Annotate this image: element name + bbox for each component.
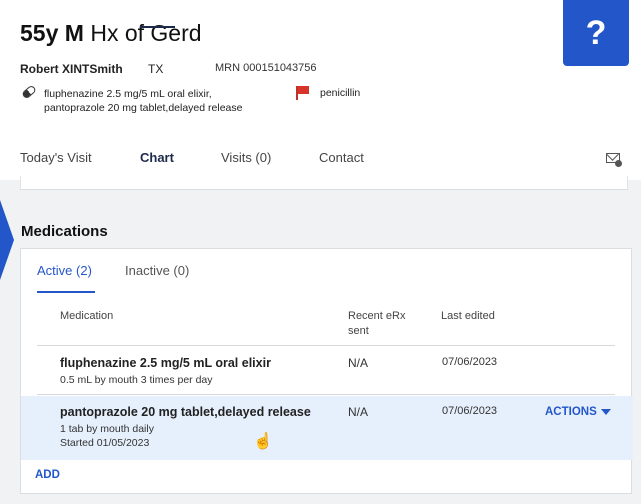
medication-started: Started 01/05/2023 xyxy=(60,437,150,449)
patient-state: TX xyxy=(148,62,164,76)
patient-mrn: MRN 000151043756 xyxy=(215,62,317,74)
medication-last-edited: 07/06/2023 xyxy=(442,405,498,417)
tab-visits[interactable]: Visits (0) xyxy=(221,150,271,165)
tab-active-medications[interactable]: Active (2) xyxy=(37,263,92,278)
medication-erx: N/A xyxy=(348,356,369,370)
medication-last-edited: 07/06/2023 xyxy=(442,356,498,368)
medication-sig: 0.5 mL by mouth 3 times per day xyxy=(60,374,213,386)
pill-icon xyxy=(21,84,37,100)
medication-sig: 1 tab by mouth daily xyxy=(60,423,154,435)
column-header-recent-erx: Recent eRx sent xyxy=(348,309,405,339)
add-medication-button[interactable]: ADD xyxy=(35,469,60,481)
patient-header: 55y M Hx of Gerd Robert XINTSmith TX MRN… xyxy=(0,0,641,180)
chevron-down-icon xyxy=(600,408,611,415)
medication-summary-line: fluphenazine 2.5 mg/5 mL oral elixir, xyxy=(44,88,212,100)
header-divider xyxy=(37,345,615,346)
hand-cursor-icon: ☝ xyxy=(253,433,273,450)
active-tab-indicator xyxy=(140,26,175,28)
medication-summary: fluphenazine 2.5 mg/5 mL oral elixir, pa… xyxy=(44,87,242,115)
medication-row-selected[interactable]: pantoprazole 20 mg tablet,delayed releas… xyxy=(21,396,633,460)
tab-inactive-medications[interactable]: Inactive (0) xyxy=(125,263,189,278)
column-header-recent-erx-line: Recent eRx xyxy=(348,310,406,322)
tab-contact[interactable]: Contact xyxy=(319,150,364,165)
previous-card xyxy=(20,176,628,190)
column-header-recent-erx-line: sent xyxy=(348,325,369,337)
medication-summary-line: pantoprazole 20 mg tablet,delayed releas… xyxy=(44,102,243,114)
side-arrow-icon xyxy=(0,200,14,280)
tab-chart[interactable]: Chart xyxy=(140,150,174,165)
medication-name: pantoprazole 20 mg tablet,delayed releas… xyxy=(60,405,311,419)
flag-icon xyxy=(296,86,310,100)
section-title-medications: Medications xyxy=(21,223,108,240)
active-med-tab-indicator xyxy=(37,291,95,293)
patient-age-sex: 55y M xyxy=(20,20,84,46)
actions-label: ACTIONS xyxy=(545,406,597,418)
column-header-medication: Medication xyxy=(60,310,114,322)
allergy-text: penicillin xyxy=(320,87,361,99)
column-header-last-edited: Last edited xyxy=(441,310,495,322)
medications-card: Active (2) Inactive (0) Medication Recen… xyxy=(20,248,633,494)
actions-dropdown[interactable]: ACTIONS xyxy=(545,406,611,418)
page-title: 55y M Hx of Gerd xyxy=(20,20,202,47)
mail-badge-icon xyxy=(615,160,622,167)
medication-name: fluphenazine 2.5 mg/5 mL oral elixir xyxy=(60,356,271,370)
medication-erx: N/A xyxy=(348,405,369,419)
help-button[interactable]: ? xyxy=(563,0,629,66)
tab-todays-visit[interactable]: Today's Visit xyxy=(20,150,92,165)
patient-history: Hx of Gerd xyxy=(90,20,202,46)
medication-row[interactable]: fluphenazine 2.5 mg/5 mL oral elixir 0.5… xyxy=(37,347,615,395)
patient-name: Robert XINTSmith xyxy=(20,62,123,76)
